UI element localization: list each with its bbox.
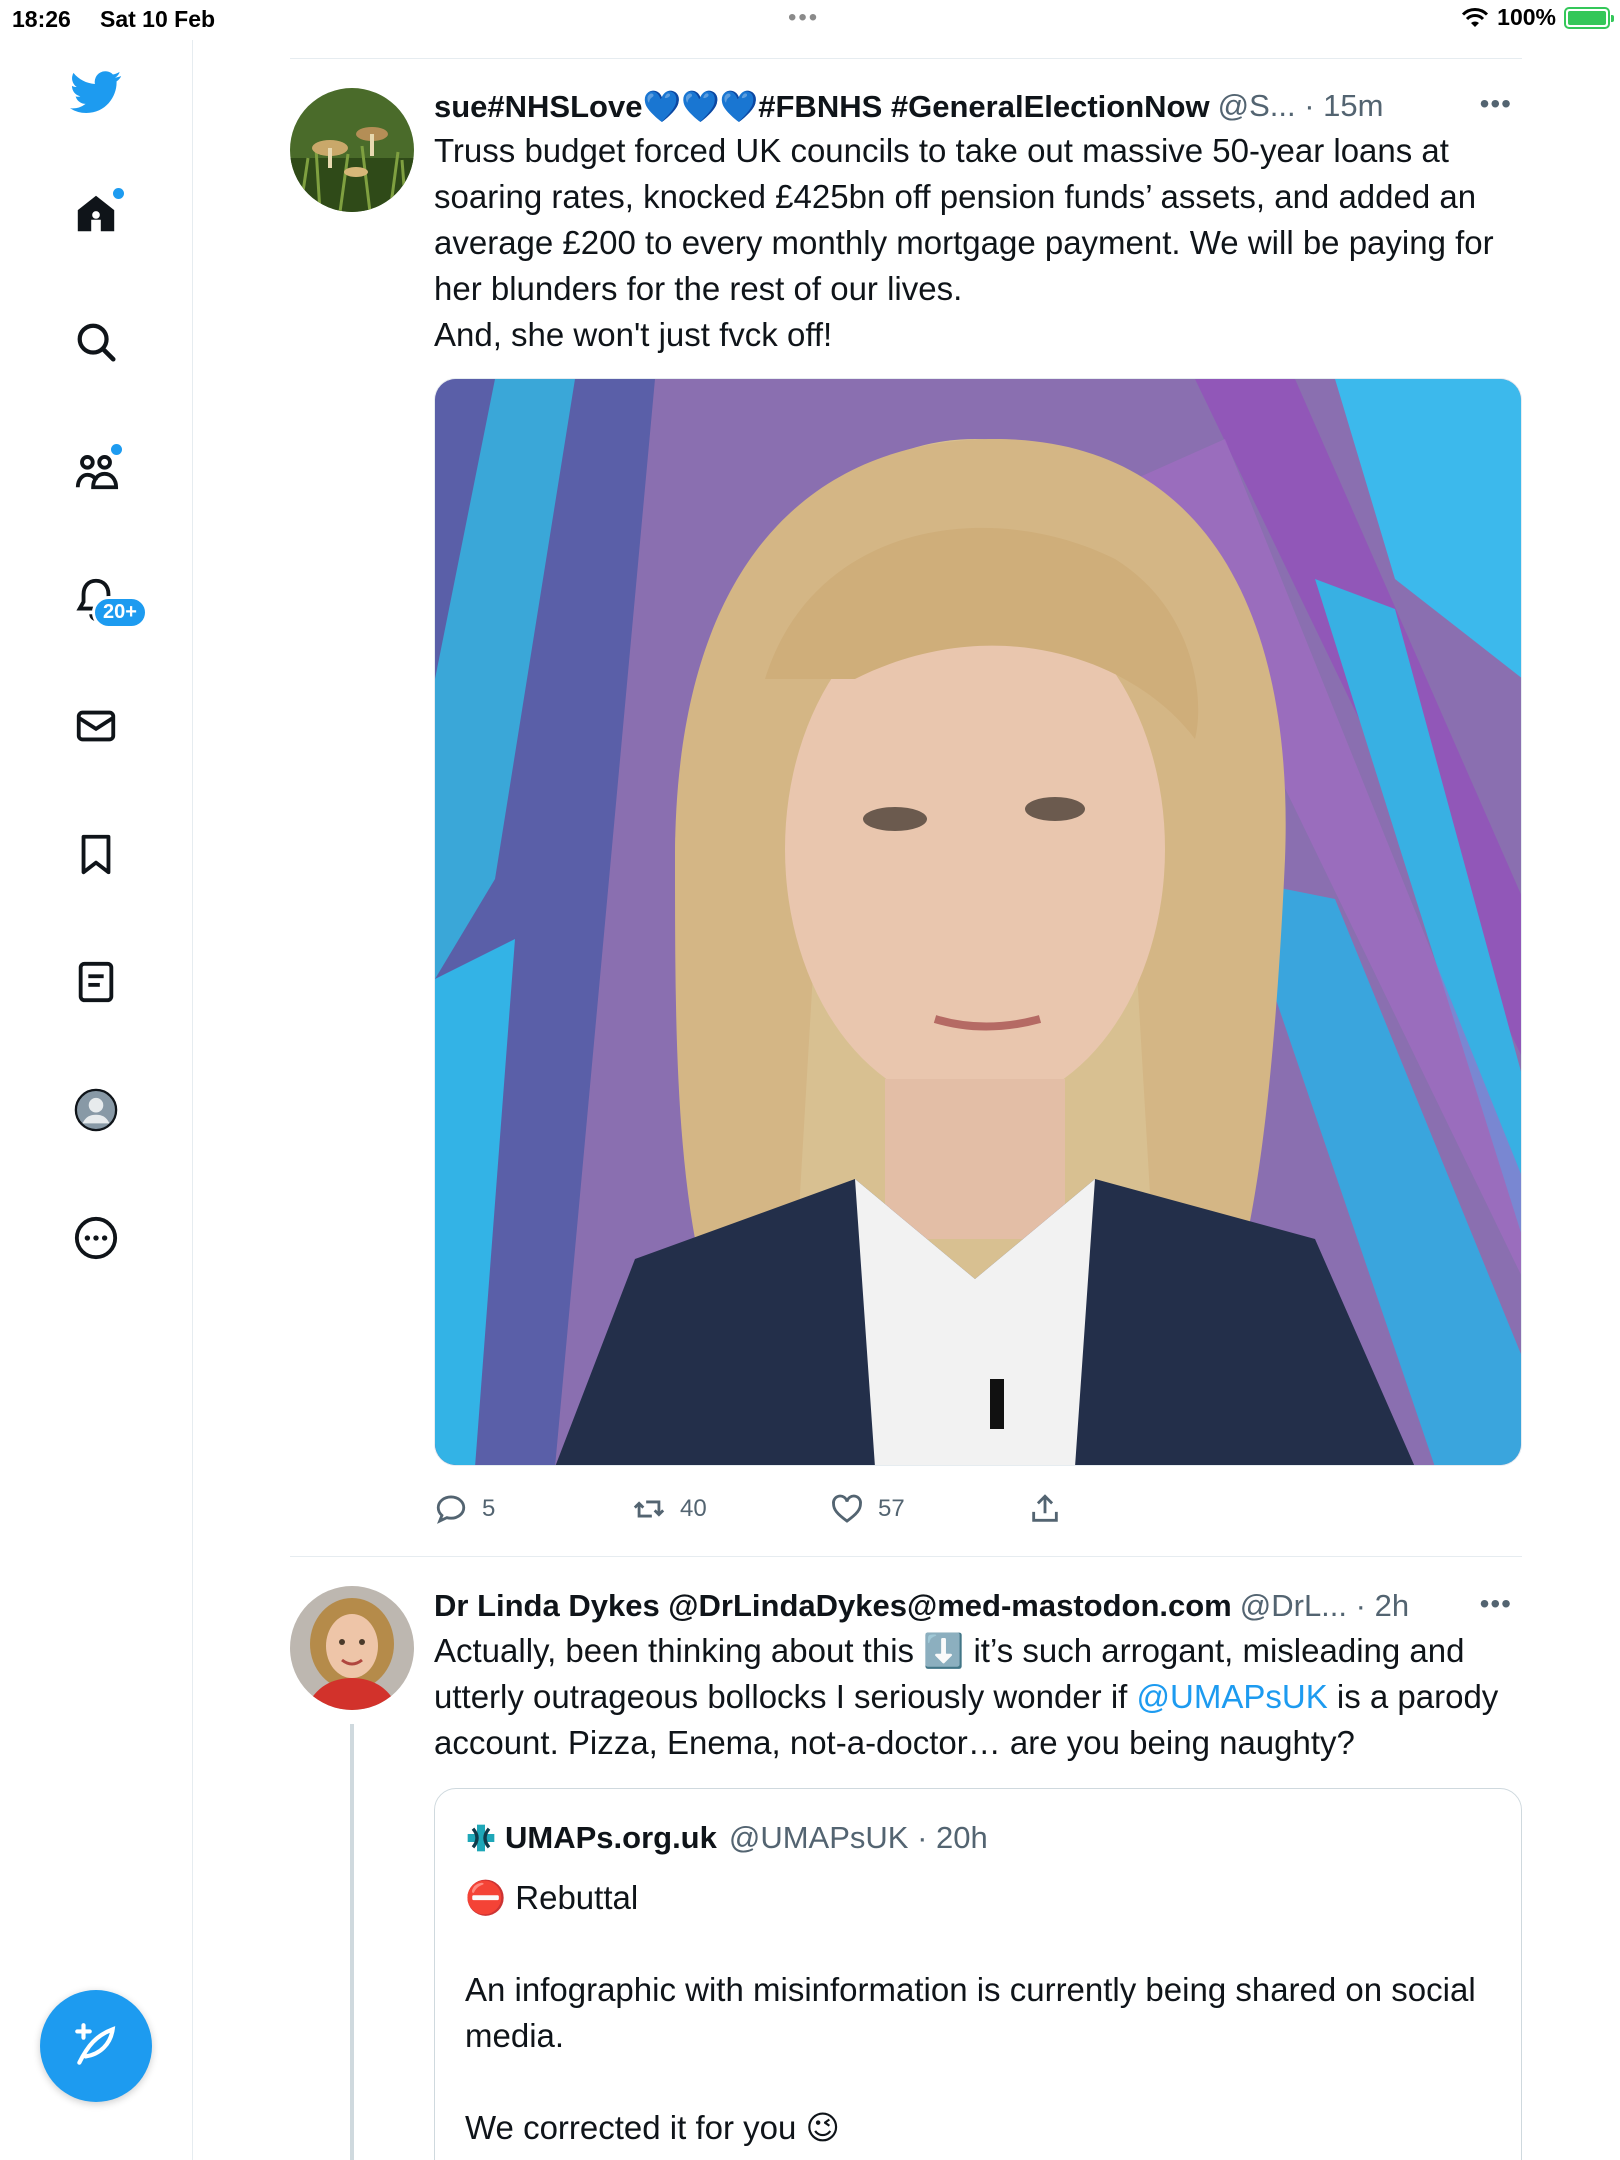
reply-button[interactable]: 5 xyxy=(434,1492,495,1526)
mail-icon xyxy=(76,710,116,742)
status-date: Sat 10 Feb xyxy=(100,6,216,32)
mention-link[interactable]: @UMAPsUK xyxy=(1137,1678,1328,1715)
quote-display-name[interactable]: UMAPs.org.uk xyxy=(505,1820,717,1856)
retweet-button[interactable]: 40 xyxy=(632,1492,707,1526)
sidebar: 20+ xyxy=(0,40,193,2160)
handle-and-time[interactable]: @S... · 15m xyxy=(1218,88,1384,124)
share-button[interactable] xyxy=(1028,1492,1062,1526)
compose-tweet-button[interactable] xyxy=(40,1990,152,2102)
quoted-tweet[interactable]: UMAPs.org.uk @UMAPsUK · 20h ⛔ Rebuttal A… xyxy=(434,1788,1522,2160)
avatar[interactable] xyxy=(290,1586,414,1710)
more-options-icon[interactable]: ••• xyxy=(1480,1588,1512,1620)
sidebar-item-communities[interactable] xyxy=(64,438,128,502)
avatar[interactable] xyxy=(290,88,414,212)
status-bar: 18:26 Sat 10 Feb ••• 100% xyxy=(0,0,1620,40)
sidebar-item-lists[interactable] xyxy=(64,950,128,1014)
quote-text: ⛔ Rebuttal An infographic with misinform… xyxy=(465,1879,1476,2146)
status-time: 18:26 xyxy=(12,6,71,32)
compose-feather-icon xyxy=(75,2023,116,2065)
display-name[interactable]: Dr Linda Dykes @DrLindaDykes@med-mastodo… xyxy=(434,1588,1232,1624)
like-count: 57 xyxy=(878,1495,905,1522)
retweet-count: 40 xyxy=(680,1495,707,1522)
tweet-header: Dr Linda Dykes @DrLindaDykes@med-mastodo… xyxy=(434,1584,1522,1628)
tweet-text: Truss budget forced UK councils to take … xyxy=(434,132,1494,353)
thread-line xyxy=(350,1724,354,2160)
share-icon xyxy=(1032,1494,1058,1522)
quote-header: UMAPs.org.uk @UMAPsUK · 20h xyxy=(465,1815,1491,1861)
reply-count: 5 xyxy=(482,1495,496,1522)
sidebar-item-messages[interactable] xyxy=(64,694,128,758)
more-options-icon[interactable]: ••• xyxy=(1480,88,1512,120)
twitter-logo-icon[interactable] xyxy=(64,60,128,124)
heart-icon xyxy=(832,1494,862,1523)
sidebar-item-profile[interactable] xyxy=(64,1078,128,1142)
search-icon xyxy=(77,323,116,362)
more-circle-icon xyxy=(74,1216,118,1260)
home-notification-dot xyxy=(113,188,124,199)
tweet-divider xyxy=(290,1556,1522,1557)
retweet-icon xyxy=(633,1500,665,1518)
list-icon xyxy=(78,961,114,1003)
display-name[interactable]: sue#NHSLove💙💙💙#FBNHS #GeneralElectionNow xyxy=(434,88,1210,125)
sidebar-item-more[interactable] xyxy=(64,1206,128,1270)
multitasking-dots-icon[interactable]: ••• xyxy=(788,4,819,32)
umaps-logo-icon xyxy=(467,1824,495,1852)
quote-handle-and-time[interactable]: @UMAPsUK · 20h xyxy=(729,1820,988,1856)
reply-icon xyxy=(436,1495,466,1524)
wifi-icon xyxy=(1462,7,1489,27)
tweet-media-image[interactable] xyxy=(434,378,1522,1466)
sidebar-item-home[interactable] xyxy=(64,182,128,246)
notifications-badge: 20+ xyxy=(92,596,148,629)
like-button[interactable]: 57 xyxy=(830,1492,905,1526)
avatar-icon xyxy=(74,1088,118,1132)
feed-top-divider xyxy=(290,58,1522,59)
battery-icon xyxy=(1564,6,1614,29)
tweet-actions: 5 40 57 xyxy=(434,1482,1522,1542)
home-icon xyxy=(77,195,115,232)
communities-notification-dot xyxy=(111,444,122,455)
people-icon xyxy=(75,455,119,490)
tweet-text: Actually, been thinking about this ⬇️ it… xyxy=(434,1628,1522,1766)
handle-and-time[interactable]: @DrL... · 2h xyxy=(1240,1588,1409,1624)
sidebar-item-explore[interactable] xyxy=(64,310,128,374)
battery-percent: 100% xyxy=(1497,4,1556,30)
tweet-header: sue#NHSLove💙💙💙#FBNHS #GeneralElectionNow… xyxy=(434,84,1522,128)
sidebar-item-bookmarks[interactable] xyxy=(64,822,128,886)
bookmark-icon xyxy=(81,834,111,875)
